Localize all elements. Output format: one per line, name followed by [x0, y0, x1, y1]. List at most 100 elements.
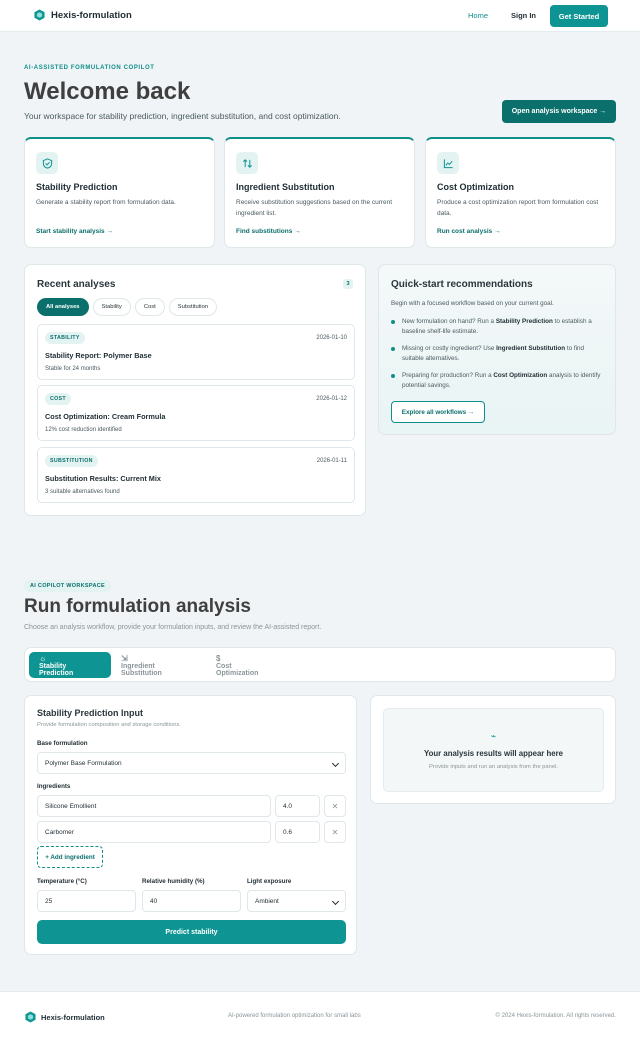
close-icon: ✕ [331, 827, 339, 837]
item-summary: Stable for 24 months [45, 366, 101, 372]
field-value: 0.6 [283, 828, 293, 836]
type-badge: STABILITY [45, 332, 85, 344]
rec-emphasis: Cost Optimization [493, 372, 548, 379]
type-badge: COST [45, 393, 71, 405]
run-cost-link[interactable]: Run cost analysis → [437, 228, 501, 235]
temperature-field[interactable]: 25 [37, 890, 136, 912]
item-date: 2026-01-11 [316, 458, 347, 464]
footer-brand-name: Hexis-formulation [41, 1012, 105, 1022]
quick-start-intro: Begin with a focused workflow based on y… [391, 300, 554, 307]
ingredient-name-field[interactable]: Silicone Emollient [37, 795, 271, 817]
filter-all[interactable]: All analyses [37, 298, 89, 316]
field-value: 40 [150, 897, 158, 905]
humidity-field[interactable]: 40 [142, 890, 241, 912]
rec-text: New formulation on hand? Run a [402, 318, 496, 325]
ingredients-label: Ingredients [37, 783, 71, 790]
item-summary: 3 suitable alternatives found [45, 489, 120, 495]
card-description: Receive substitution suggestions based o… [236, 199, 393, 217]
open-workspace-button[interactable]: Open analysis workspace → [502, 100, 616, 123]
footer-copyright: © 2024 Hexis-formulation. All rights res… [495, 1013, 616, 1019]
list-item[interactable]: STABILITY 2026-01-10 Stability Report: P… [37, 324, 355, 380]
explore-workflows-button[interactable]: Explore all workflows → [391, 401, 485, 423]
page-title: Welcome back [24, 78, 191, 105]
temperature-label: Temperature (°C) [37, 878, 87, 885]
remove-ingredient-button[interactable]: ✕ [324, 821, 346, 843]
footer-tagline: AI-powered formulation optimization for … [228, 1013, 361, 1019]
rec-emphasis: Stability Prediction [495, 318, 553, 325]
form-hint: Provide formulation composition and stor… [37, 722, 182, 728]
stability-input-form: Stability Prediction Input Provide formu… [24, 695, 357, 955]
close-icon: ✕ [331, 801, 339, 811]
workspace-subtitle: Choose an analysis workflow, provide you… [24, 624, 322, 631]
results-panel: ⌁ Your analysis results will appear here… [370, 695, 616, 804]
tab-stability[interactable]: ☼ Stability Prediction [29, 652, 111, 678]
type-badge: SUBSTITUTION [45, 455, 98, 467]
shield-icon [36, 152, 58, 174]
card-substitution[interactable]: Ingredient Substitution Receive substitu… [224, 137, 415, 248]
select-value: Polymer Base Formulation [45, 759, 122, 767]
item-title: Stability Report: Polymer Base [45, 351, 152, 360]
field-value: 25 [45, 897, 53, 905]
hero-subtitle: Your workspace for stability prediction,… [24, 111, 341, 121]
footer-brand[interactable]: Hexis-formulation [25, 1011, 105, 1023]
list-item[interactable]: COST 2026-01-12 Cost Optimization: Cream… [37, 385, 355, 441]
tab-substitution[interactable]: ⇲ Ingredient Substitution [111, 652, 207, 678]
ingredient-name-field[interactable]: Carbomer [37, 821, 271, 843]
item-date: 2026-01-10 [316, 335, 347, 341]
item-title: Cost Optimization: Cream Formula [45, 412, 166, 421]
card-description: Generate a stability report from formula… [36, 199, 176, 206]
workspace-title: Run formulation analysis [24, 596, 251, 617]
results-placeholder: ⌁ Your analysis results will appear here… [383, 708, 604, 792]
card-cost[interactable]: Cost Optimization Produce a cost optimiz… [425, 137, 616, 248]
recent-title: Recent analyses [37, 279, 116, 290]
find-substitutions-link[interactable]: Find substitutions → [236, 228, 301, 235]
base-formulation-select[interactable]: Polymer Base Formulation [37, 752, 346, 774]
recommendation-item: New formulation on hand? Run a Stability… [391, 317, 605, 337]
recent-analyses-panel: Recent analyses 3 All analyses Stability… [24, 264, 366, 516]
tab-label: Ingredient Substitution [121, 662, 162, 677]
hexagon-logo-icon [34, 9, 45, 21]
filter-substitution[interactable]: Substitution [168, 298, 218, 316]
nav-home-link[interactable]: Home [468, 11, 488, 20]
card-description: Produce a cost optimization report from … [437, 199, 599, 217]
pulse-icon: ⌁ [490, 731, 497, 741]
add-ingredient-button[interactable]: + Add ingredient [37, 846, 103, 868]
ingredient-qty-field[interactable]: 0.6 [275, 821, 320, 843]
field-value: Silicone Emollient [45, 802, 97, 810]
card-title: Ingredient Substitution [236, 182, 335, 192]
quick-start-title: Quick-start recommendations [391, 279, 533, 290]
list-item[interactable]: SUBSTITUTION 2026-01-11 Substitution Res… [37, 447, 355, 503]
tab-label: Stability Prediction [39, 662, 74, 677]
results-subtitle: Provide inputs and run an analysis from … [429, 764, 558, 770]
results-title: Your analysis results will appear here [424, 749, 563, 758]
predict-stability-button[interactable]: Predict stability [37, 920, 346, 944]
get-started-button[interactable]: Get Started [550, 5, 608, 27]
card-stability[interactable]: Stability Prediction Generate a stabilit… [24, 137, 215, 248]
footer: Hexis-formulation AI-powered formulation… [0, 991, 640, 1040]
card-title: Cost Optimization [437, 182, 514, 192]
light-exposure-label: Light exposure [247, 878, 292, 885]
swap-arrows-icon [236, 152, 258, 174]
quick-start-panel: Quick-start recommendations Begin with a… [378, 264, 616, 435]
field-value: 4.0 [283, 802, 293, 810]
brand[interactable]: Hexis-formulation [34, 9, 132, 21]
filter-cost[interactable]: Cost [134, 298, 165, 316]
recommendation-item: Preparing for production? Run a Cost Opt… [391, 371, 605, 391]
count-badge: 3 [343, 279, 353, 289]
light-exposure-select[interactable]: Ambient [247, 890, 346, 912]
field-value: Carbomer [45, 828, 74, 836]
line-chart-icon [437, 152, 459, 174]
filter-stability[interactable]: Stability [92, 298, 131, 316]
sun-icon: ☼ [39, 653, 47, 663]
tab-cost[interactable]: $ Cost Optimization [206, 652, 282, 678]
remove-ingredient-button[interactable]: ✕ [324, 795, 346, 817]
top-nav: Hexis-formulation Home Sign In Get Start… [0, 0, 640, 32]
rec-text: Preparing for production? Run a [402, 372, 494, 379]
sign-in-link[interactable]: Sign In [511, 11, 536, 20]
brand-name: Hexis-formulation [51, 9, 132, 21]
rec-text: Missing or costly ingredient? Use [402, 345, 497, 352]
start-stability-link[interactable]: Start stability analysis → [36, 228, 113, 235]
ingredient-qty-field[interactable]: 4.0 [275, 795, 320, 817]
recommendation-item: Missing or costly ingredient? Use Ingred… [391, 344, 605, 364]
base-formulation-label: Base formulation [37, 740, 88, 747]
